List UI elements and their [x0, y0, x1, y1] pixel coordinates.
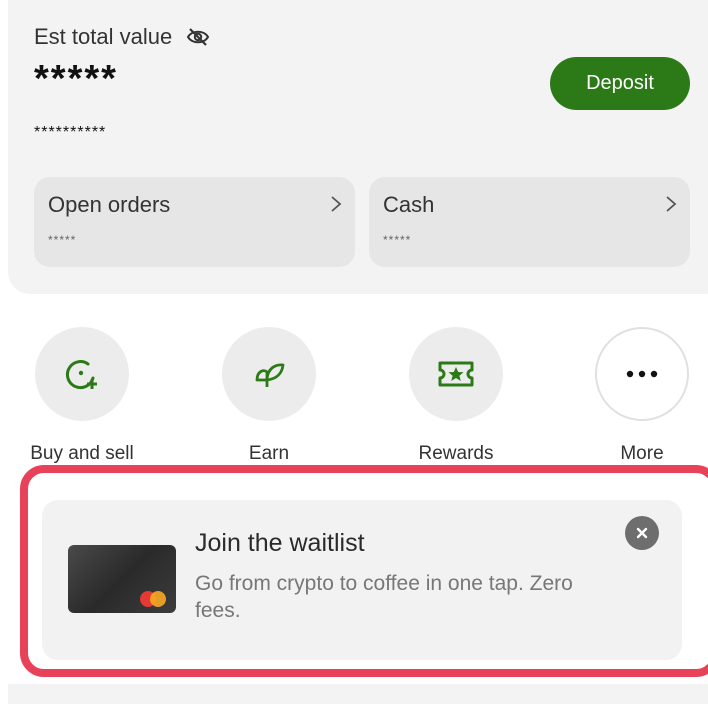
action-label: More	[620, 443, 664, 464]
more-action[interactable]	[595, 327, 689, 421]
deposit-button[interactable]: Deposit	[550, 57, 690, 110]
buy-sell-action[interactable]	[35, 327, 129, 421]
earn-action[interactable]	[222, 327, 316, 421]
ticket-star-icon	[438, 361, 474, 387]
eye-hidden-icon[interactable]	[186, 25, 210, 49]
tile-value-masked: *****	[383, 233, 412, 247]
total-value-masked: *****	[34, 58, 118, 100]
est-value-row: Est total value	[34, 24, 210, 50]
chevron-right-icon	[666, 196, 677, 212]
more-dots-icon	[626, 370, 658, 378]
close-banner-button[interactable]	[625, 516, 659, 550]
leaf-icon	[255, 363, 285, 387]
chevron-right-icon	[331, 196, 342, 212]
action-label: Earn	[248, 443, 290, 464]
cash-tile[interactable]: Cash *****	[369, 177, 690, 267]
waitlist-body: Go from crypto to coffee in one tap. Zer…	[195, 572, 573, 622]
buy-sell-icon	[66, 360, 97, 390]
est-value-label: Est total value	[34, 24, 173, 49]
card-image	[68, 545, 176, 613]
mastercard-logo-yellow	[150, 591, 166, 607]
tile-title: Cash	[383, 192, 435, 217]
action-label: Rewards	[418, 443, 494, 464]
next-section-edge	[8, 684, 708, 704]
close-icon	[636, 527, 648, 539]
sub-value-masked: **********	[34, 124, 107, 141]
tile-value-masked: *****	[48, 233, 77, 247]
action-label: Buy and sell	[30, 443, 134, 464]
tile-title: Open orders	[48, 192, 171, 217]
rewards-action[interactable]	[409, 327, 503, 421]
waitlist-title: Join the waitlist	[195, 529, 365, 557]
open-orders-tile[interactable]: Open orders *****	[34, 177, 355, 267]
